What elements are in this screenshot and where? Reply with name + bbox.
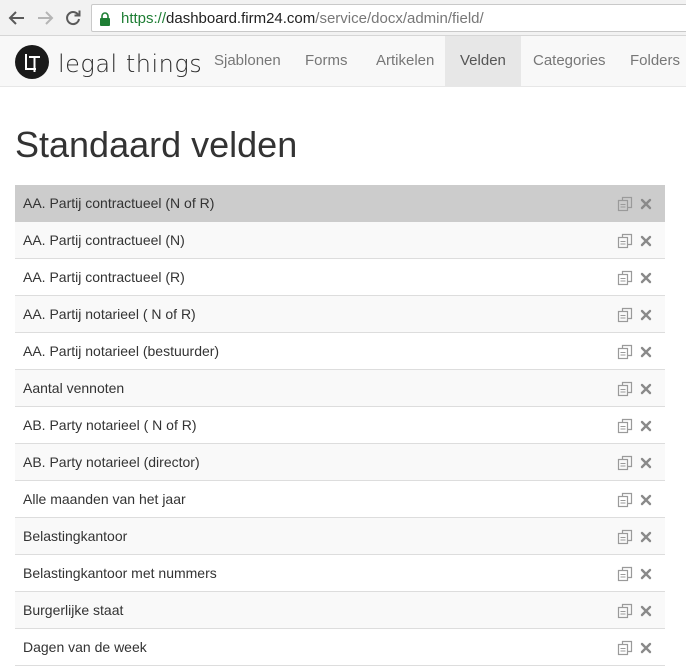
list-item[interactable]: AA. Partij notarieel (bestuurder) <box>15 333 665 370</box>
delete-icon[interactable] <box>640 345 652 358</box>
field-name[interactable]: AA. Partij contractueel (R) <box>23 269 185 285</box>
field-name[interactable]: AA. Partij notarieel ( N of R) <box>23 306 196 322</box>
field-name[interactable]: AA. Partij notarieel (bestuurder) <box>23 343 219 359</box>
url-host: dashboard.firm24.com <box>166 10 316 27</box>
field-name[interactable]: Belastingkantoor met nummers <box>23 565 217 581</box>
copy-icon[interactable] <box>617 307 633 323</box>
page-title: Standaard velden <box>15 124 298 165</box>
nav-item-folders[interactable]: Folders <box>615 36 686 86</box>
list-item[interactable]: AA. Partij contractueel (R) <box>15 259 665 296</box>
delete-icon[interactable] <box>640 419 652 432</box>
nav-item-forms[interactable]: Forms <box>290 36 363 86</box>
url-text: https://dashboard.firm24.com/service/doc… <box>121 10 484 27</box>
address-bar[interactable]: https://dashboard.firm24.com/service/doc… <box>91 4 686 32</box>
delete-icon[interactable] <box>640 604 652 617</box>
list-item[interactable]: AA. Partij contractueel (N of R) <box>15 185 665 222</box>
delete-icon[interactable] <box>640 382 652 395</box>
delete-icon[interactable] <box>640 567 652 580</box>
lock-icon <box>99 12 111 26</box>
url-scheme: https:// <box>121 10 167 27</box>
list-item[interactable]: Belastingkantoor met nummers <box>15 555 665 592</box>
copy-icon[interactable] <box>617 566 633 582</box>
copy-icon[interactable] <box>617 529 633 545</box>
list-item[interactable]: Aantal vennoten <box>15 370 665 407</box>
delete-icon[interactable] <box>640 530 652 543</box>
logo[interactable]: legal things <box>15 44 202 80</box>
field-list: AA. Partij contractueel (N of R) AA. Part… <box>15 185 665 666</box>
copy-icon[interactable] <box>617 196 633 212</box>
list-item[interactable]: Dagen van de week <box>15 629 665 666</box>
list-item[interactable]: Alle maanden van het jaar <box>15 481 665 518</box>
copy-icon[interactable] <box>617 418 633 434</box>
copy-icon[interactable] <box>617 492 633 508</box>
field-name[interactable]: Belastingkantoor <box>23 528 127 544</box>
list-item[interactable]: AA. Partij contractueel (N) <box>15 222 665 259</box>
nav-item-sjablonen[interactable]: Sjablonen <box>199 36 296 86</box>
field-name[interactable]: AA. Partij contractueel (N) <box>23 232 185 248</box>
nav-item-velden[interactable]: Velden <box>445 36 521 86</box>
nav-item-categories[interactable]: Categories <box>518 36 621 86</box>
field-name[interactable]: AA. Partij contractueel (N of R) <box>23 195 214 211</box>
field-name[interactable]: AB. Party notarieel ( N of R) <box>23 417 197 433</box>
delete-icon[interactable] <box>640 641 652 654</box>
delete-icon[interactable] <box>640 234 652 247</box>
field-name[interactable]: Dagen van de week <box>23 639 147 655</box>
back-arrow-icon[interactable] <box>5 6 29 30</box>
field-name[interactable]: AB. Party notarieel (director) <box>23 454 200 470</box>
copy-icon[interactable] <box>617 233 633 249</box>
field-name[interactable]: Alle maanden van het jaar <box>23 491 186 507</box>
delete-icon[interactable] <box>640 308 652 321</box>
browser-toolbar: https://dashboard.firm24.com/service/doc… <box>0 0 686 36</box>
delete-icon[interactable] <box>640 456 652 469</box>
delete-icon[interactable] <box>640 493 652 506</box>
list-item[interactable]: Belastingkantoor <box>15 518 665 555</box>
list-item[interactable]: AB. Party notarieel (director) <box>15 444 665 481</box>
copy-icon[interactable] <box>617 640 633 656</box>
field-name[interactable]: Burgerlijke staat <box>23 602 123 618</box>
copy-icon[interactable] <box>617 381 633 397</box>
logo-text: legal things <box>58 50 203 78</box>
forward-arrow-icon[interactable] <box>33 6 57 30</box>
delete-icon[interactable] <box>640 197 652 210</box>
copy-icon[interactable] <box>617 270 633 286</box>
reload-icon[interactable] <box>61 6 85 30</box>
nav-item-artikelen[interactable]: Artikelen <box>361 36 449 86</box>
app-navbar: legal things Sjablonen Forms Artikelen V… <box>0 36 686 87</box>
copy-icon[interactable] <box>617 455 633 471</box>
logo-mark-icon <box>15 45 49 79</box>
list-item[interactable]: AB. Party notarieel ( N of R) <box>15 407 665 444</box>
list-item[interactable]: AA. Partij notarieel ( N of R) <box>15 296 665 333</box>
field-name[interactable]: Aantal vennoten <box>23 380 124 396</box>
list-item[interactable]: Burgerlijke staat <box>15 592 665 629</box>
url-path: /service/docx/admin/field/ <box>315 10 484 27</box>
delete-icon[interactable] <box>640 271 652 284</box>
copy-icon[interactable] <box>617 603 633 619</box>
copy-icon[interactable] <box>617 344 633 360</box>
